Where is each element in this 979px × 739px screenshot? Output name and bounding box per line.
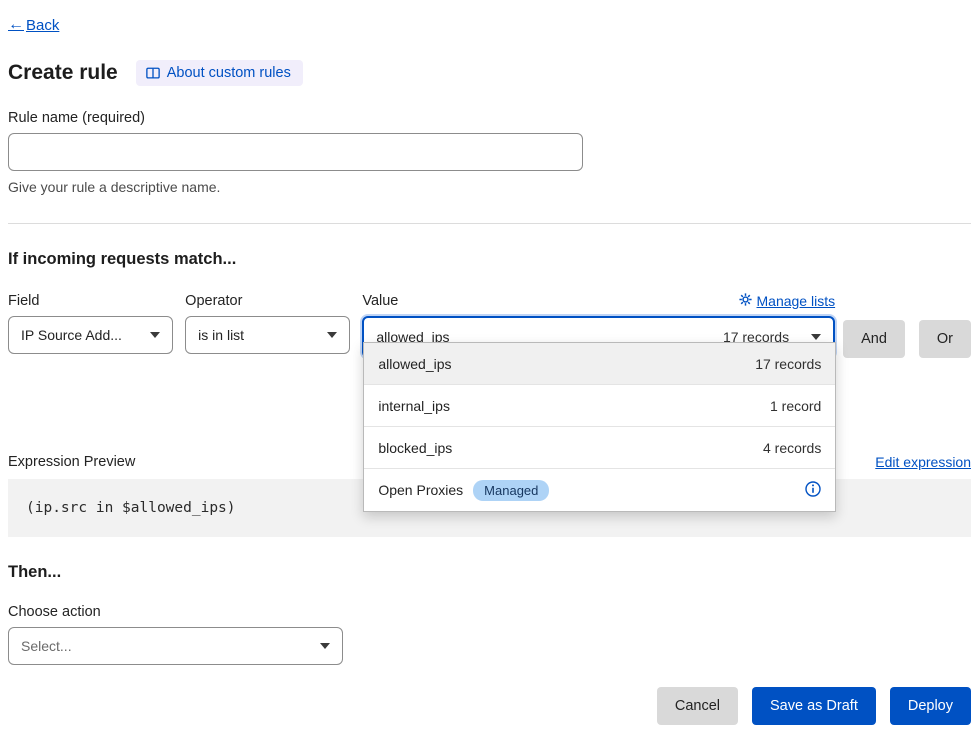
info-icon[interactable]	[805, 481, 821, 500]
expression-code: (ip.src in $allowed_ips)	[26, 500, 236, 516]
value-label: Value	[362, 293, 398, 309]
and-button[interactable]: And	[843, 320, 905, 358]
gear-icon	[739, 293, 752, 309]
rule-name-input[interactable]	[8, 133, 583, 171]
list-name: blocked_ips	[378, 440, 452, 456]
about-custom-rules-label: About custom rules	[167, 65, 291, 81]
open-proxies-left: Open Proxies Managed	[378, 480, 549, 501]
andor-buttons: And Or	[843, 320, 971, 358]
value-dropdown-menu: allowed_ips 17 records internal_ips 1 re…	[363, 342, 836, 512]
value-head: Value Manage lists	[362, 293, 835, 309]
dropdown-item-blocked-ips[interactable]: blocked_ips 4 records	[364, 427, 835, 469]
list-record-count: 4 records	[763, 440, 821, 456]
manage-lists-link[interactable]: Manage lists	[739, 293, 836, 309]
dropdown-item-allowed-ips[interactable]: allowed_ips 17 records	[364, 343, 835, 385]
chevron-down-icon	[811, 334, 821, 340]
chevron-down-icon	[320, 643, 330, 649]
list-name: Open Proxies	[378, 482, 463, 498]
create-rule-page: ←Back Create rule About custom rules Rul…	[0, 0, 979, 725]
or-button[interactable]: Or	[919, 320, 971, 358]
list-name: allowed_ips	[378, 356, 451, 372]
dropdown-item-internal-ips[interactable]: internal_ips 1 record	[364, 385, 835, 427]
deploy-button[interactable]: Deploy	[890, 687, 971, 725]
managed-badge: Managed	[473, 480, 549, 501]
match-section: If incoming requests match... Field IP S…	[8, 250, 971, 358]
list-name: internal_ips	[378, 398, 450, 414]
book-icon	[146, 67, 160, 80]
match-section-title: If incoming requests match...	[8, 250, 971, 269]
title-row: Create rule About custom rules	[8, 60, 971, 86]
rule-name-help: Give your rule a descriptive name.	[8, 179, 971, 195]
then-section: Then... Choose action Select...	[8, 563, 971, 665]
footer-actions: Cancel Save as Draft Deploy	[8, 687, 971, 725]
field-column: Field IP Source Add...	[8, 293, 173, 354]
field-label: Field	[8, 293, 173, 309]
field-select[interactable]: IP Source Add...	[8, 316, 173, 354]
operator-select[interactable]: is in list	[185, 316, 350, 354]
dropdown-item-open-proxies[interactable]: Open Proxies Managed	[364, 469, 835, 511]
about-custom-rules-link[interactable]: About custom rules	[136, 60, 303, 86]
save-as-draft-button[interactable]: Save as Draft	[752, 687, 876, 725]
manage-lists-label: Manage lists	[757, 293, 836, 309]
section-divider	[8, 223, 971, 224]
operator-column: Operator is in list	[185, 293, 350, 354]
field-select-value: IP Source Add...	[21, 327, 122, 343]
expression-preview-label: Expression Preview	[8, 454, 135, 470]
rule-name-group: Rule name (required) Give your rule a de…	[8, 110, 971, 195]
then-title: Then...	[8, 563, 971, 582]
back-link[interactable]: ←Back	[8, 16, 59, 34]
cancel-button[interactable]: Cancel	[657, 687, 738, 725]
chevron-down-icon	[327, 332, 337, 338]
list-record-count: 17 records	[755, 356, 821, 372]
back-row: ←Back	[8, 16, 971, 34]
rule-name-label: Rule name (required)	[8, 110, 971, 126]
choose-action-label: Choose action	[8, 604, 971, 620]
back-arrow-icon: ←	[8, 16, 24, 34]
value-column: Value Manage lists	[362, 293, 835, 358]
back-label: Back	[26, 17, 59, 34]
action-select[interactable]: Select...	[8, 627, 343, 665]
action-select-placeholder: Select...	[21, 638, 72, 654]
chevron-down-icon	[150, 332, 160, 338]
match-row: Field IP Source Add... Operator is in li…	[8, 293, 971, 358]
list-record-count: 1 record	[770, 398, 821, 414]
operator-label: Operator	[185, 293, 350, 309]
operator-select-value: is in list	[198, 327, 244, 343]
edit-expression-link[interactable]: Edit expression	[875, 454, 971, 470]
page-title: Create rule	[8, 61, 118, 85]
